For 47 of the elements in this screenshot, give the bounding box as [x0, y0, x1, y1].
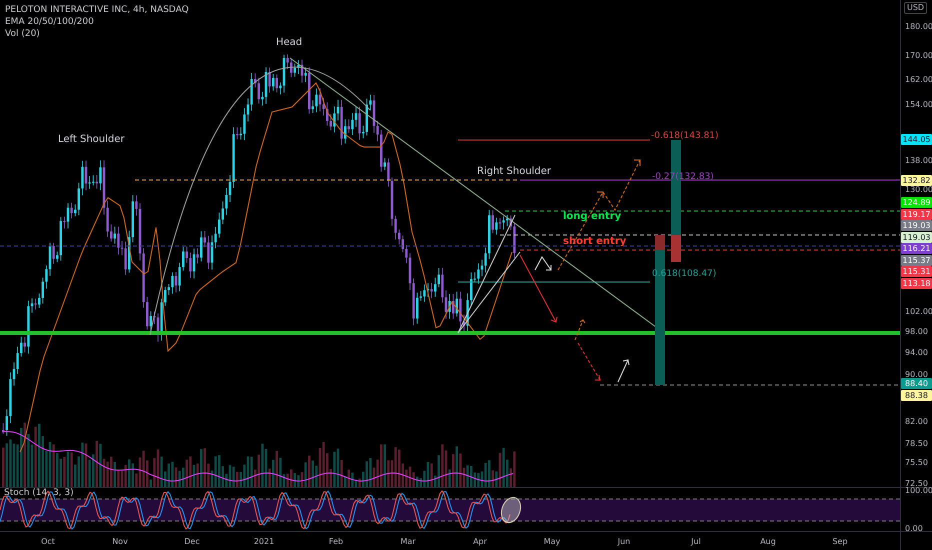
time-axis-label: Jun [616, 536, 632, 546]
price-axis-label: 94.00 [905, 348, 928, 358]
pattern-label: Head [276, 37, 302, 49]
price-axis-label: 72.50 [905, 478, 928, 488]
price-axis-label: 78.50 [905, 438, 928, 449]
time-axis-label: Mar [399, 536, 417, 546]
price-badge: 119.03 [901, 232, 932, 243]
stoch-axis-label: 0.00 [905, 524, 923, 534]
entry-label: long entry [563, 211, 622, 223]
price-badge: 116.21 [901, 243, 932, 254]
time-axis-label: Dec [183, 536, 201, 546]
price-axis-label: 82.00 [905, 416, 928, 427]
price-badge: 88.40 [901, 378, 932, 390]
time-axis-label: Aug [759, 536, 777, 546]
forecast-arrow [578, 342, 601, 380]
forecast-arrow [574, 319, 586, 340]
price-badge: 113.18 [901, 278, 932, 289]
pattern-label: Right Shoulder [477, 166, 552, 178]
price-badge: 119.03 [901, 220, 932, 232]
forecast-arrow [618, 359, 630, 382]
price-badge: 132.82 [901, 174, 932, 186]
indicator-label: Vol (20) [5, 29, 41, 40]
price-badge: 124.89 [901, 197, 932, 208]
price-badge: 115.31 [901, 266, 932, 278]
fib-label: -0.618(143.81) [651, 130, 719, 142]
time-axis-label: Apr [472, 536, 488, 546]
price-axis-label: 98.00 [905, 327, 928, 338]
price-axis-label: 75.50 [905, 458, 928, 468]
pattern-label: Left Shoulder [58, 134, 125, 146]
price-badge: 119.17 [901, 208, 932, 220]
price-badge: 144.05 [901, 134, 932, 146]
price-badge: 115.37 [901, 254, 932, 266]
time-axis-label: Sep [831, 536, 849, 546]
time-axis-label: Nov [111, 536, 129, 546]
time-axis-label: Oct [40, 536, 56, 546]
price-axis-label: 90.00 [905, 370, 928, 380]
indicator-label: EMA 20/50/100/200 [5, 17, 95, 28]
entry-label: short entry [563, 236, 626, 248]
symbol-title: PELOTON INTERACTIVE INC, 4h, NASDAQ [5, 5, 189, 16]
time-axis-label: Feb [328, 536, 344, 546]
currency-label: USD [904, 2, 928, 14]
time-axis-label: Jul [690, 536, 702, 546]
time-axis-label: May [542, 536, 562, 546]
time-axis-label: 2021 [252, 536, 276, 546]
fib-label: -0.27(132.83) [652, 171, 714, 183]
price-badge: 88.38 [901, 390, 932, 401]
highlight-ellipse [500, 496, 522, 524]
